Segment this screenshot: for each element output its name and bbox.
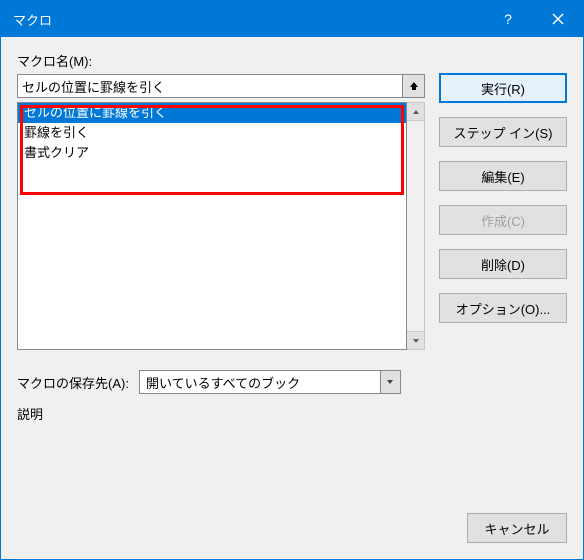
options-button[interactable]: オプション(O)... <box>439 293 567 323</box>
dialog-body: マクロ名(M): セルの位置に罫線を引く 罫線を引く 書式クリア <box>1 37 583 559</box>
edit-button[interactable]: 編集(E) <box>439 161 567 191</box>
list-item[interactable]: 罫線を引く <box>18 123 406 143</box>
close-button[interactable] <box>533 1 583 37</box>
window-title: マクロ <box>13 10 52 29</box>
titlebar: マクロ ? <box>1 1 583 37</box>
left-column: マクロ名(M): セルの位置に罫線を引く 罫線を引く 書式クリア <box>17 51 425 352</box>
scroll-down-button[interactable] <box>407 331 424 349</box>
scroll-up-button[interactable] <box>407 103 424 121</box>
description-label: 説明 <box>17 404 567 423</box>
chevron-down-icon <box>386 379 394 385</box>
list-item[interactable]: セルの位置に罫線を引く <box>18 103 406 123</box>
store-combobox[interactable]: 開いているすべてのブック <box>139 370 401 394</box>
scroll-track[interactable] <box>407 121 424 331</box>
svg-text:?: ? <box>504 12 512 26</box>
list-item[interactable]: 書式クリア <box>18 143 406 163</box>
macro-name-row <box>17 74 425 98</box>
macro-name-input[interactable] <box>17 74 403 98</box>
store-label: マクロの保存先(A): <box>17 373 129 392</box>
store-combo-text: 開いているすべてのブック <box>139 370 381 394</box>
store-combo-arrow[interactable] <box>381 370 401 394</box>
create-button: 作成(C) <box>439 205 567 235</box>
button-column: 実行(R) ステップ イン(S) 編集(E) 作成(C) 削除(D) オプション… <box>439 73 567 323</box>
run-button[interactable]: 実行(R) <box>439 73 567 103</box>
delete-button[interactable]: 削除(D) <box>439 249 567 279</box>
cancel-button[interactable]: キャンセル <box>467 513 567 543</box>
store-row: マクロの保存先(A): 開いているすべてのブック <box>17 370 567 394</box>
chevron-down-icon <box>412 338 420 344</box>
help-button[interactable]: ? <box>483 1 533 37</box>
macro-name-label: マクロ名(M): <box>17 51 425 70</box>
stepin-button[interactable]: ステップ イン(S) <box>439 117 567 147</box>
list-scrollbar[interactable] <box>407 102 425 350</box>
chevron-up-icon <box>412 109 420 115</box>
question-icon: ? <box>501 12 515 26</box>
up-arrow-icon <box>409 81 419 91</box>
close-icon <box>552 13 564 25</box>
footer: キャンセル <box>17 513 567 543</box>
top-row: マクロ名(M): セルの位置に罫線を引く 罫線を引く 書式クリア <box>17 51 567 352</box>
macro-listbox[interactable]: セルの位置に罫線を引く 罫線を引く 書式クリア <box>17 102 407 350</box>
macro-list-wrap: セルの位置に罫線を引く 罫線を引く 書式クリア <box>17 102 425 350</box>
reference-button[interactable] <box>403 74 425 98</box>
macro-dialog: マクロ ? マクロ名(M): <box>0 0 584 560</box>
